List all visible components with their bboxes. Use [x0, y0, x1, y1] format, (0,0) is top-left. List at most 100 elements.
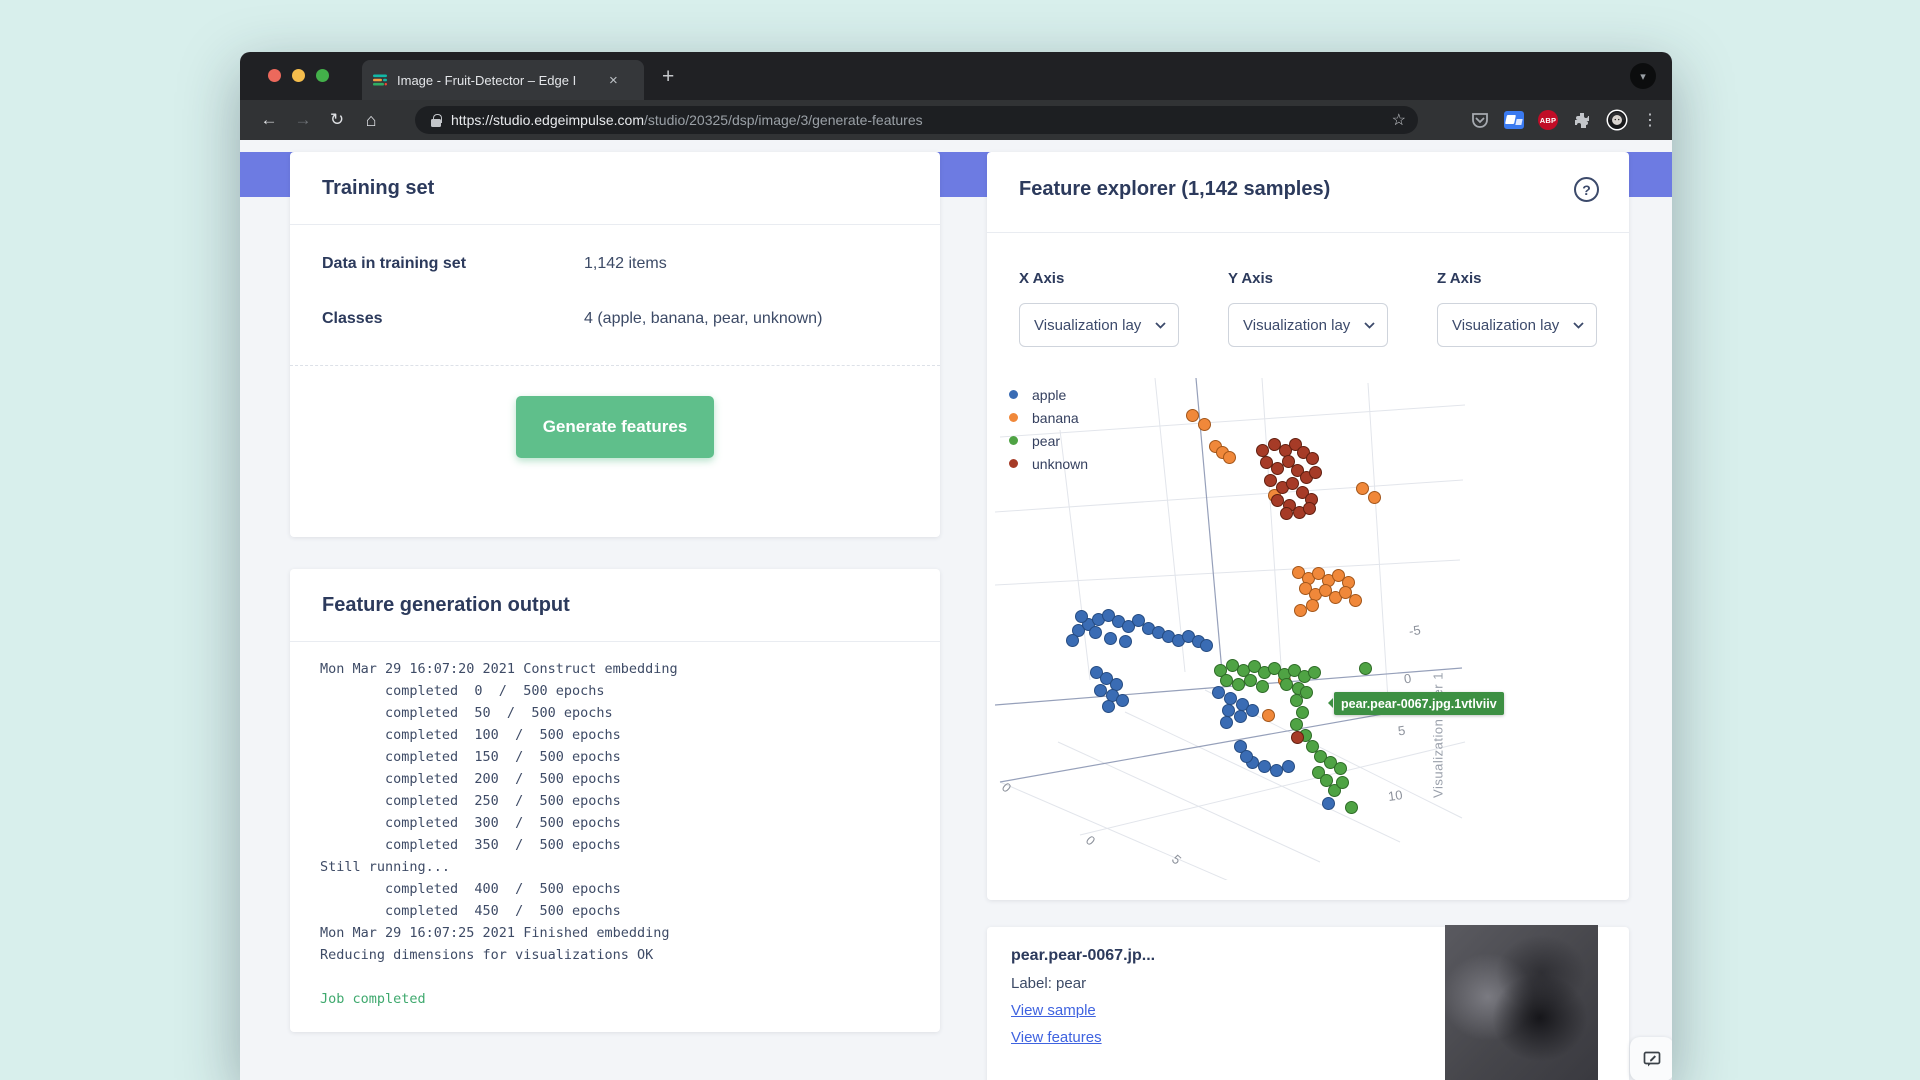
extensions-puzzle-icon[interactable] — [1572, 110, 1592, 130]
scatter-point-banana[interactable] — [1198, 418, 1211, 431]
scatter-point-apple[interactable] — [1246, 704, 1259, 717]
plot-legend: apple banana pear unknown — [1009, 383, 1088, 475]
feature-output-title: Feature generation output — [290, 569, 940, 617]
url-text[interactable]: https://studio.edgeimpulse.com/studio/20… — [451, 112, 923, 128]
scatter-point-apple[interactable] — [1200, 639, 1213, 652]
legend-dot — [1009, 459, 1018, 468]
legend-item-banana[interactable]: banana — [1009, 406, 1088, 429]
scatter-point-apple[interactable] — [1104, 632, 1117, 645]
divider — [290, 641, 940, 642]
scatter-point-apple[interactable] — [1258, 760, 1271, 773]
training-row: Data in training set1,142 items — [322, 255, 908, 273]
screenshot-extension-icon[interactable] — [1504, 111, 1524, 129]
address-bar[interactable]: https://studio.edgeimpulse.com/studio/20… — [415, 106, 1418, 134]
scatter-point-banana[interactable] — [1223, 451, 1236, 464]
home-icon[interactable]: ⌂ — [354, 110, 388, 131]
maximize-window-button[interactable] — [316, 69, 329, 82]
z-axis-select[interactable]: Visualization lay — [1437, 303, 1597, 347]
row-label: Classes — [322, 310, 584, 328]
legend-item-apple[interactable]: apple — [1009, 383, 1088, 406]
select-value: Visualization lay — [1243, 317, 1350, 334]
y-tick-label: 10 — [1387, 787, 1403, 804]
browser-titlebar: Image - Fruit-Detector – Edge I × + ▾ — [240, 52, 1672, 100]
scatter-point-apple[interactable] — [1240, 750, 1253, 763]
page-content: Training set Data in training set1,142 i… — [240, 140, 1672, 1080]
adblock-plus-icon[interactable]: ABP — [1538, 110, 1558, 130]
forward-icon[interactable]: → — [286, 110, 320, 130]
row-label: Data in training set — [322, 255, 584, 273]
legend-label: banana — [1032, 410, 1079, 426]
scatter-point-banana[interactable] — [1294, 604, 1307, 617]
y-tick-label: -5 — [1408, 622, 1422, 638]
divider — [987, 232, 1629, 233]
console-output: Mon Mar 29 16:07:20 2021 Construct embed… — [320, 658, 910, 1010]
feedback-button[interactable] — [1630, 1037, 1672, 1080]
scatter-point-banana[interactable] — [1306, 599, 1319, 612]
scatter-point-pear[interactable] — [1345, 801, 1358, 814]
legend-dot — [1009, 436, 1018, 445]
y-axis-select[interactable]: Visualization lay — [1228, 303, 1388, 347]
edge-impulse-favicon — [372, 72, 388, 88]
x-axis-select[interactable]: Visualization lay — [1019, 303, 1179, 347]
scatter-point-apple[interactable] — [1282, 760, 1295, 773]
legend-label: pear — [1032, 433, 1060, 449]
job-status: Job completed — [320, 991, 426, 1007]
browser-profile-icon[interactable]: ▾ — [1630, 63, 1656, 89]
sample-detail-card: pear.pear-0067.jp... Label: pear View sa… — [987, 927, 1629, 1080]
legend-item-unknown[interactable]: unknown — [1009, 452, 1088, 475]
axis-column: Y Axis Visualization lay — [1228, 270, 1388, 347]
training-row: Classes4 (apple, banana, pear, unknown) — [322, 310, 908, 328]
profile-avatar-icon[interactable] — [1606, 109, 1628, 131]
row-value: 1,142 items — [584, 255, 667, 273]
axis-label: X Axis — [1019, 270, 1179, 287]
axis-label: Y Axis — [1228, 270, 1388, 287]
scatter-point-apple[interactable] — [1220, 716, 1233, 729]
legend-label: unknown — [1032, 456, 1088, 472]
feature-output-card: Feature generation output Mon Mar 29 16:… — [290, 569, 940, 1032]
legend-dot — [1009, 413, 1018, 422]
close-window-button[interactable] — [268, 69, 281, 82]
scatter-point-apple[interactable] — [1075, 610, 1088, 623]
scatter-point-unknown[interactable] — [1306, 452, 1319, 465]
scatter-point-pear[interactable] — [1220, 674, 1233, 687]
chevron-down-icon — [1573, 322, 1584, 329]
z-axis-label: Visualization layer 1 — [1431, 672, 1446, 798]
scatter-point-unknown[interactable] — [1303, 502, 1316, 515]
feature-explorer-title: Feature explorer (1,142 samples) — [1019, 178, 1330, 201]
browser-tab[interactable]: Image - Fruit-Detector – Edge I × — [362, 60, 644, 100]
browser-window: Image - Fruit-Detector – Edge I × + ▾ ← … — [240, 52, 1672, 1080]
scatter-point-pear[interactable] — [1256, 680, 1269, 693]
scatter-point-pear[interactable] — [1296, 706, 1309, 719]
scatter-point-banana[interactable] — [1262, 709, 1275, 722]
legend-dot — [1009, 390, 1018, 399]
training-set-card: Training set Data in training set1,142 i… — [290, 152, 940, 537]
back-icon[interactable]: ← — [252, 110, 286, 130]
browser-toolbar: ← → ↻ ⌂ https://studio.edgeimpulse.com/s… — [240, 100, 1672, 140]
bookmark-star-icon[interactable]: ☆ — [1392, 110, 1406, 130]
scatter-point-apple[interactable] — [1102, 700, 1115, 713]
legend-label: apple — [1032, 387, 1066, 403]
scatter-point-unknown[interactable] — [1280, 507, 1293, 520]
axis-controls: X Axis Visualization lay Y Axis Visualizati… — [1019, 270, 1597, 347]
point-tooltip: pear.pear-0067.jpg.1vtlviiv — [1334, 692, 1504, 715]
generate-features-button[interactable]: Generate features — [516, 396, 714, 458]
scatter-point-pear[interactable] — [1359, 662, 1372, 675]
feature-scatter-plot[interactable]: Visualization layer 1 apple banana pear unk… — [995, 375, 1470, 880]
feedback-annotate-icon — [1642, 1049, 1662, 1069]
help-icon[interactable]: ? — [1574, 177, 1599, 202]
legend-item-pear[interactable]: pear — [1009, 429, 1088, 452]
minimize-window-button[interactable] — [292, 69, 305, 82]
lock-icon — [431, 114, 441, 127]
scatter-point-apple[interactable] — [1116, 694, 1129, 707]
tab-close-icon[interactable]: × — [609, 72, 618, 89]
scatter-point-unknown[interactable] — [1264, 474, 1277, 487]
scatter-point-apple[interactable] — [1066, 634, 1079, 647]
tab-title: Image - Fruit-Detector – Edge I — [397, 73, 605, 88]
browser-menu-icon[interactable]: ⋮ — [1642, 110, 1658, 130]
reload-icon[interactable]: ↻ — [320, 110, 354, 130]
scatter-point-unknown[interactable] — [1309, 466, 1322, 479]
scatter-point-pear[interactable] — [1334, 762, 1347, 775]
scatter-point-banana[interactable] — [1186, 409, 1199, 422]
new-tab-button[interactable]: + — [662, 66, 674, 87]
pocket-extension-icon[interactable] — [1470, 110, 1490, 130]
